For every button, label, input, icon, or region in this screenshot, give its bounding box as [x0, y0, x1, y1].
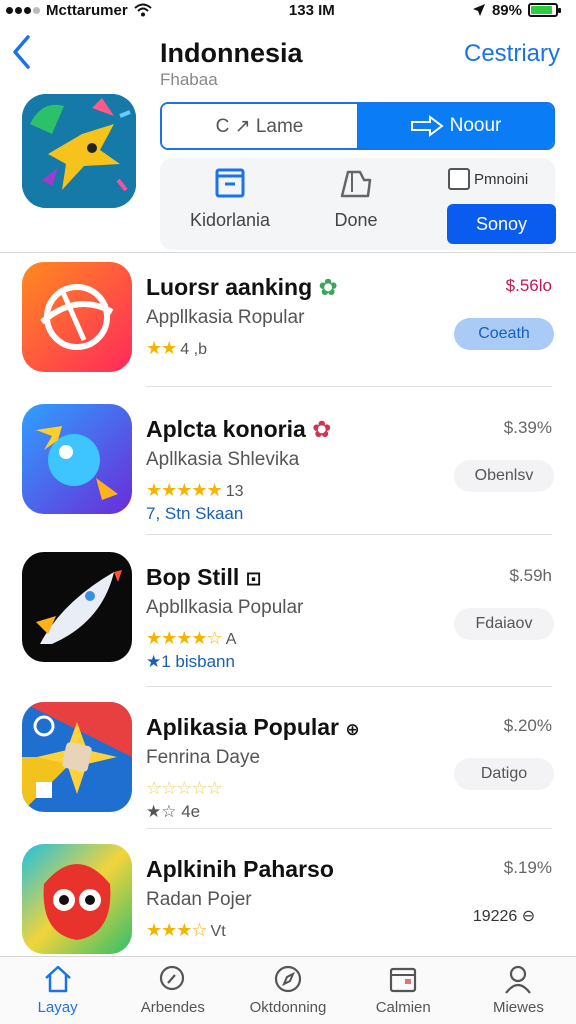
app-extra-info: ★☆ 4e [146, 802, 201, 821]
app-category: Radan Pojer [146, 889, 252, 910]
app-name: Luorsr aanking ✿ [146, 274, 338, 300]
filter-item-1[interactable]: Kidorlania [180, 166, 280, 231]
divider [146, 686, 552, 687]
rating-stars: ★★★☆ Vt [146, 920, 226, 940]
app-category: Apllkasia Shlevika [146, 449, 300, 470]
app-name: Aplcta konoria ✿ [146, 416, 332, 442]
app-extra-info: ★1 bisbann [146, 652, 235, 671]
app-category: Apbllkasia Popular [146, 597, 304, 618]
app-category: Appllkasia Ropular [146, 307, 305, 328]
app-category: Fenrina Daye [146, 747, 261, 768]
arrow-right-icon [410, 115, 444, 137]
app-extra-info: 7, Stn Skaan [146, 504, 244, 523]
location-icon [472, 4, 485, 16]
app-icon[interactable] [22, 702, 132, 812]
divider [146, 828, 552, 829]
header-action-button[interactable]: Cestriary [464, 40, 560, 68]
tab-discover[interactable]: Oktdonning [230, 957, 345, 1024]
app-icon[interactable] [22, 262, 132, 372]
discover-icon [274, 965, 302, 993]
wifi-icon [134, 3, 152, 17]
app-price: $.19% [503, 858, 552, 877]
list-item[interactable]: Aplkinih Paharso Radan Pojer ★★★☆ Vt $.19… [0, 844, 576, 964]
list-item[interactable]: Bop Still ⊡ Apbllkasia Popular ★★★★☆ A ★1… [0, 552, 576, 672]
checkbox-icon[interactable] [448, 168, 470, 190]
app-price: $.59h [509, 566, 552, 585]
bookmark-icon [340, 170, 372, 198]
list-item[interactable]: Luorsr aanking ✿ Appllkasia Ropular ★★ 4 … [0, 262, 576, 382]
battery-icon [527, 3, 561, 17]
sort-button[interactable]: Sonoy [447, 204, 556, 244]
back-button[interactable] [10, 34, 32, 70]
status-bar: Mcttarumer 133 IM 89% [0, 0, 576, 20]
inbox-icon [215, 168, 245, 198]
divider [146, 386, 552, 387]
calendar-icon [390, 967, 417, 993]
list-item[interactable]: Aplikasia Popular ⊕ Fenrina Daye ☆☆☆☆☆ ★… [0, 702, 576, 822]
status-time: 133 IM [288, 1, 335, 19]
app-name: Aplikasia Popular ⊕ [146, 714, 360, 740]
filter-item-2-label: Done [334, 210, 378, 230]
filter-item-2[interactable]: Done [306, 166, 406, 231]
featured-app-icon[interactable] [22, 94, 136, 208]
app-name: Bop Still ⊡ [146, 564, 262, 590]
get-button[interactable]: Obenlsv [454, 460, 554, 492]
rating-stars: ☆☆☆☆☆ [146, 778, 223, 798]
rating-stars: ★★★★★ 13 [146, 480, 244, 500]
carrier-label: Mcttarumer [46, 1, 128, 19]
page-title: Indonnesia [160, 38, 303, 68]
app-icon[interactable] [22, 552, 132, 662]
app-price: $.56lo [505, 276, 552, 295]
divider [146, 534, 552, 535]
app-price: $.39% [503, 418, 552, 437]
signal-icon [6, 6, 40, 14]
tab-bar: Layay Arbendes Oktdonning Calmien Miewes [0, 956, 576, 1024]
app-icon[interactable] [22, 404, 132, 514]
get-button[interactable]: Fdaiaov [454, 608, 554, 640]
filter-checkbox[interactable]: Pmnoini [448, 168, 528, 190]
get-button[interactable]: 19226 ⊖ [454, 900, 554, 932]
segment-right[interactable]: Noour [358, 104, 553, 148]
rating-stars: ★★★★☆ A [146, 628, 237, 648]
tab-home[interactable]: Layay [0, 957, 115, 1024]
list-item[interactable]: Aplcta konoria ✿ Apllkasia Shlevika ★★★★… [0, 404, 576, 524]
get-button[interactable]: Coeath [454, 318, 554, 350]
segmented-control: C ↗ Lame Noour [160, 102, 555, 150]
divider [0, 252, 576, 253]
tab-calendar[interactable]: Calmien [346, 957, 461, 1024]
filter-panel: Kidorlania Done Pmnoini Sonoy [160, 158, 556, 250]
battery-percent: 89% [491, 1, 522, 19]
page-subtitle: Fhabaa [160, 70, 218, 89]
search-icon [159, 965, 184, 991]
profile-icon [505, 965, 532, 994]
get-button[interactable]: Datigo [454, 758, 554, 790]
filter-item-1-label: Kidorlania [189, 210, 271, 230]
segment-left[interactable]: C ↗ Lame [162, 104, 358, 148]
app-icon[interactable] [22, 844, 132, 954]
tab-profile[interactable]: Miewes [461, 957, 576, 1024]
app-price: $.20% [503, 716, 552, 735]
rating-stars: ★★ 4 ,b [146, 338, 207, 358]
home-icon [44, 965, 71, 993]
checkbox-label: Pmnoini [474, 170, 529, 188]
tab-search[interactable]: Arbendes [115, 957, 230, 1024]
app-name: Aplkinih Paharso [146, 856, 334, 882]
